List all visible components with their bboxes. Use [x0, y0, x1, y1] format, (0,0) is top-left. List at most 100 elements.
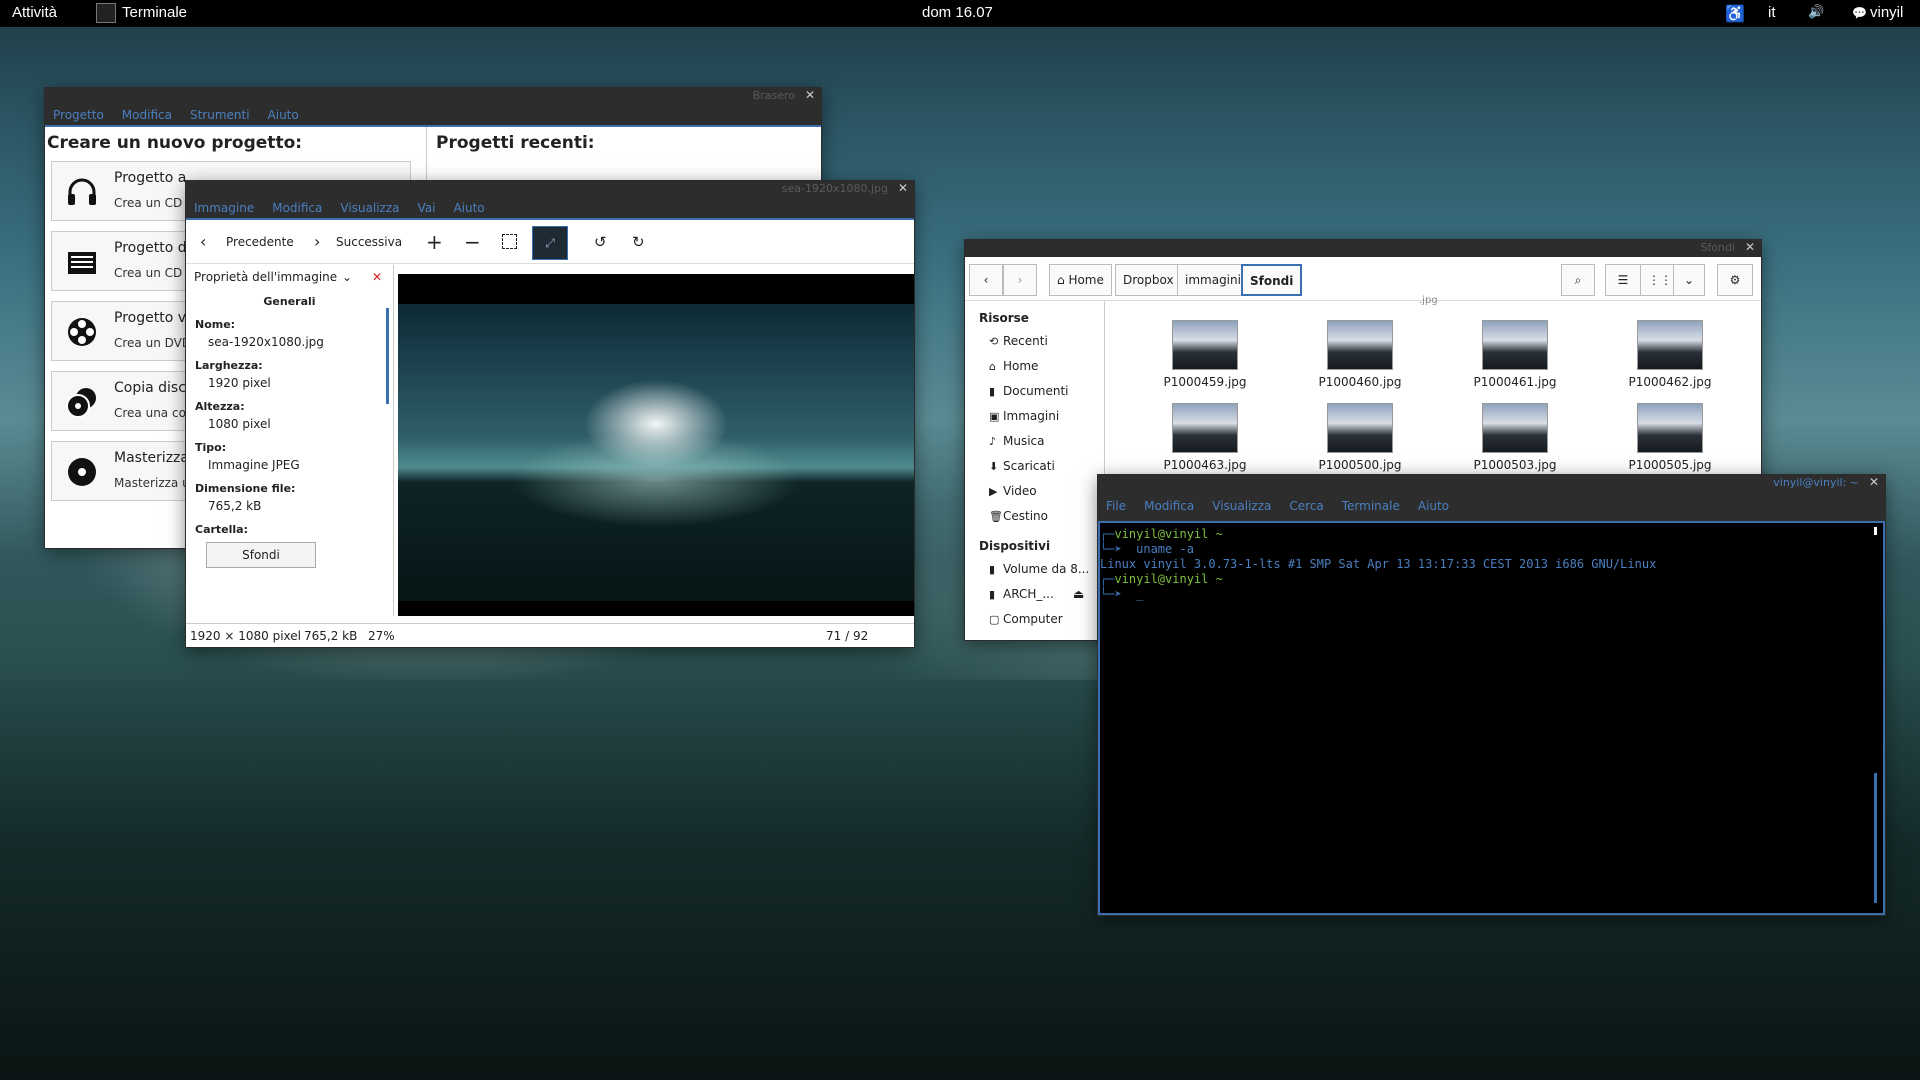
sidebar-item-scaricati[interactable]: ⬇ Scaricati [965, 454, 1104, 479]
sea-photo [398, 304, 914, 601]
grid-view-icon[interactable]: ⋮⋮ [1640, 264, 1674, 296]
menu-strumenti[interactable]: Strumenti [190, 108, 250, 122]
image-viewer-window: sea-1920x1080.jpg ✕ Immagine Modifica Visu… [186, 181, 914, 647]
menu-file[interactable]: File [1106, 499, 1126, 513]
view-options-icon[interactable]: ⌄ [1673, 264, 1705, 296]
chevron-left-icon[interactable]: ‹ [200, 230, 206, 254]
command-output: Linux vinyil 3.0.73-1-lts #1 SMP Sat Apr… [1100, 557, 1657, 571]
fullscreen-icon[interactable]: ⤢ [532, 226, 568, 260]
crumb-immagini[interactable]: immagini [1177, 264, 1249, 296]
close-sidebar-icon[interactable]: ✕ [372, 265, 382, 289]
sidebar-item-immagini[interactable]: ▣ Immagini [965, 404, 1104, 429]
sidebar-item-volume[interactable]: ▮ Volume da 8... [965, 557, 1104, 582]
scroll-up-arrow[interactable] [1874, 527, 1877, 535]
menu-modifica[interactable]: Modifica [122, 108, 172, 122]
sidebar-item-home[interactable]: ⌂ Home [965, 354, 1104, 379]
file-item[interactable]: P1000500.jpg [1300, 403, 1420, 472]
accessibility-icon[interactable]: ♿ [1725, 4, 1745, 24]
menu-modifica[interactable]: Modifica [272, 201, 322, 215]
film-reel-icon [68, 318, 96, 346]
menu-modifica[interactable]: Modifica [1144, 499, 1194, 513]
terminal-output[interactable]: ┌─vinyil@vinyil ~ └─➤ uname -a Linux vin… [1098, 523, 1885, 915]
file-item[interactable]: P1000460.jpg [1300, 320, 1420, 389]
volume-icon[interactable]: 🔊 [1808, 4, 1824, 20]
list-view-icon[interactable]: ☰ [1605, 264, 1641, 296]
window-title: Sfondi [1700, 241, 1735, 254]
crumb-label: Home [1068, 273, 1104, 287]
sidebar-item-musica[interactable]: ♪ Musica [965, 429, 1104, 454]
sidebar-item-documenti[interactable]: ▮ Documenti [965, 379, 1104, 404]
project-title: Progetto a [114, 170, 187, 186]
menu-progetto[interactable]: Progetto [53, 108, 104, 122]
drive-icon: ▮ [989, 588, 996, 601]
file-item[interactable]: P1000505.jpg [1610, 403, 1730, 472]
user-menu[interactable]: vinyil [1870, 4, 1903, 21]
viewer-titlebar[interactable]: sea-1920x1080.jpg ✕ [186, 181, 914, 198]
fit-icon[interactable] [502, 234, 517, 249]
zoom-out-icon[interactable]: − [464, 230, 481, 254]
folder-button[interactable]: Sfondi [206, 542, 316, 568]
menu-terminale[interactable]: Terminale [1342, 499, 1400, 513]
rotate-right-icon[interactable]: ↻ [632, 230, 645, 254]
close-icon[interactable]: ✕ [805, 88, 815, 102]
sidebar-item-label: Scaricati [1003, 459, 1055, 473]
keyboard-layout[interactable]: it [1768, 4, 1776, 21]
disc-icon [68, 458, 96, 486]
crumb-sfondi[interactable]: Sfondi [1241, 264, 1303, 296]
app-menu[interactable]: Terminale [122, 4, 187, 21]
close-icon[interactable]: ✕ [898, 181, 908, 195]
image-canvas[interactable] [398, 274, 914, 616]
sidebar-scrollbar[interactable] [386, 308, 389, 404]
terminal-titlebar[interactable]: vinyil@vinyil: ~ ✕ [1098, 475, 1885, 492]
sidebar-item-cestino[interactable]: 🗑Cestino [965, 504, 1104, 529]
file-item[interactable]: P1000463.jpg [1145, 403, 1265, 472]
terminal-scrollbar[interactable] [1874, 773, 1877, 903]
sidebar-item-recenti[interactable]: ⟲ Recenti [965, 329, 1104, 354]
menu-aiuto[interactable]: Aiuto [453, 201, 484, 215]
previous-button[interactable]: Precedente [226, 230, 294, 254]
close-icon[interactable]: ✕ [1869, 475, 1879, 489]
file-item[interactable]: P1000462.jpg [1610, 320, 1730, 389]
eject-icon[interactable]: ⏏ [1073, 582, 1084, 607]
zoom-in-icon[interactable]: + [426, 230, 443, 254]
menu-aiuto[interactable]: Aiuto [1418, 499, 1449, 513]
forward-icon[interactable]: › [1003, 264, 1037, 296]
next-button[interactable]: Successiva [336, 230, 402, 254]
chevron-right-icon[interactable]: › [314, 230, 320, 254]
search-icon[interactable]: ⌕ [1561, 264, 1595, 296]
window-title: sea-1920x1080.jpg [781, 182, 888, 195]
menu-cerca[interactable]: Cerca [1289, 499, 1323, 513]
menu-visualizza[interactable]: Visualizza [1212, 499, 1271, 513]
file-item[interactable]: P1000461.jpg [1455, 320, 1575, 389]
menu-vai[interactable]: Vai [417, 201, 435, 215]
back-icon[interactable]: ‹ [969, 264, 1003, 296]
sidebar-item-arch[interactable]: ▮ ARCH_... ⏏ [965, 582, 1104, 607]
gear-icon[interactable]: ⚙ [1717, 264, 1753, 296]
file-item[interactable]: P1000459.jpg [1145, 320, 1265, 389]
prop-value: Immagine JPEG [208, 458, 300, 472]
crumb-dropbox[interactable]: Dropbox [1115, 264, 1182, 296]
sidebar-item-computer[interactable]: ▢ Computer [965, 607, 1104, 632]
clock[interactable]: dom 16.07 [922, 4, 993, 21]
sidebar-title[interactable]: Proprietà dell'immagine [194, 270, 337, 284]
menu-immagine[interactable]: Immagine [194, 201, 254, 215]
image-icon: ▣ [989, 410, 1000, 423]
files-titlebar[interactable]: Sfondi ✕ [965, 240, 1761, 257]
file-item[interactable]: P1000503.jpg [1455, 403, 1575, 472]
chevron-down-icon[interactable]: ⌄ [342, 265, 352, 289]
menu-aiuto[interactable]: Aiuto [268, 108, 299, 122]
activities-button[interactable]: Attività [12, 4, 57, 21]
menu-visualizza[interactable]: Visualizza [340, 201, 399, 215]
chat-icon[interactable]: 💬 [1852, 6, 1867, 20]
brasero-titlebar[interactable]: Brasero ✕ [45, 88, 821, 105]
crumb-home[interactable]: ⌂ Home [1049, 264, 1112, 296]
prop-value: 1920 pixel [208, 376, 271, 390]
viewer-toolbar: ‹ Precedente › Successiva + − ⤢ ↺ ↻ [186, 220, 914, 264]
sidebar-item-label: Video [1003, 484, 1037, 498]
rotate-left-icon[interactable]: ↺ [594, 230, 607, 254]
headphones-icon [68, 178, 96, 205]
file-name: P1000500.jpg [1318, 458, 1402, 472]
window-title: Brasero [752, 89, 795, 102]
close-icon[interactable]: ✕ [1745, 240, 1755, 254]
sidebar-item-video[interactable]: ▶ Video [965, 479, 1104, 504]
